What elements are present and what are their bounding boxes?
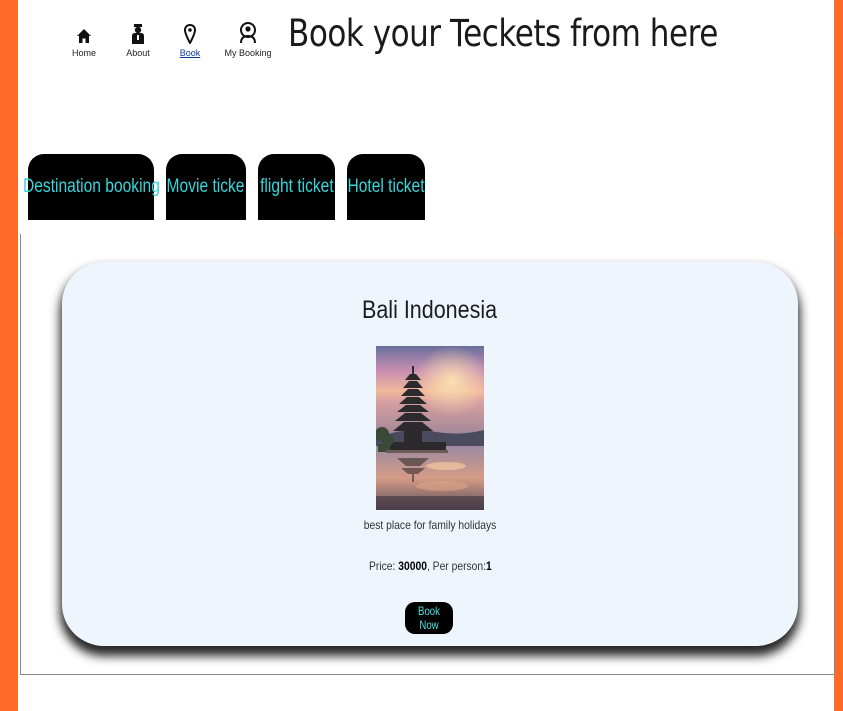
nav-label-home: Home	[71, 48, 96, 58]
card-title-text: Bali Indonesia	[362, 296, 498, 324]
tab-flight-ticket[interactable]: flight ticket	[258, 154, 335, 220]
user-circle-icon	[239, 16, 257, 44]
destination-image	[376, 346, 484, 510]
book-now-button[interactable]: Book Now	[405, 602, 453, 634]
price-label: Price:	[368, 559, 398, 573]
main-nav: Home About Book My Booking	[54, 16, 274, 96]
location-pin-icon	[184, 16, 196, 44]
tab-label: flight ticket	[259, 176, 334, 197]
tab-destination-booking[interactable]: Destination booking	[23, 154, 159, 220]
home-icon	[76, 16, 92, 44]
nav-item-my-booking[interactable]: My Booking	[218, 16, 278, 58]
card-description-text: best place for family holidays	[363, 518, 497, 532]
destination-card: Bali Indonesia best place for family hol…	[62, 262, 798, 646]
nav-label-book: Book	[179, 48, 201, 58]
tab-label: Destination booking	[22, 176, 160, 197]
book-now-label: Book Now	[418, 604, 440, 632]
nav-item-home[interactable]: Home	[54, 16, 114, 58]
per-person-label: , Per person:	[426, 559, 486, 573]
tab-hotel-ticket[interactable]: Hotel ticket	[347, 154, 425, 220]
nav-item-book[interactable]: Book	[160, 16, 220, 58]
tab-movie-ticket[interactable]: Movie ticke	[166, 154, 246, 220]
booking-tabs: Destination booking Movie ticke flight t…	[23, 154, 425, 220]
page-title: Book your Teckets from here	[288, 12, 718, 55]
nav-label-my-booking: My Booking	[224, 48, 272, 58]
tab-label: Movie ticke	[167, 176, 245, 197]
card-description: best place for family holidays	[62, 518, 798, 532]
page: Home About Book My Booking Book your Tec…	[18, 0, 835, 711]
nav-label-about: About	[126, 48, 150, 58]
tab-label: Hotel ticket	[347, 176, 425, 197]
nav-item-about[interactable]: About	[108, 16, 168, 58]
price-line: Price: 30000, Per person:1	[62, 559, 798, 573]
per-person-value: 1	[485, 559, 492, 573]
person-icon	[131, 16, 145, 44]
card-title: Bali Indonesia	[62, 296, 798, 325]
price-value: 30000	[397, 559, 427, 573]
